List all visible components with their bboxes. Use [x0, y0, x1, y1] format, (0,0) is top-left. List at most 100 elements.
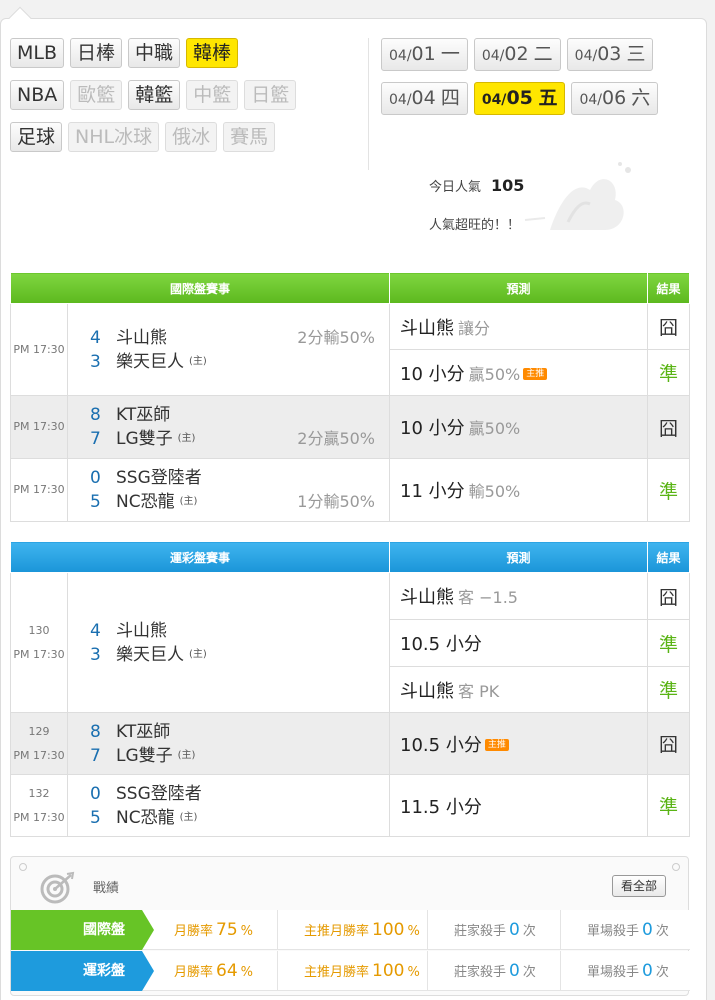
monthly-win-rate: 月勝率 64% [142, 951, 278, 991]
game-time: PM 17:30 [10, 458, 68, 522]
game-teams: 0 SSG登陸者 5 NC恐龍 (主) [66, 774, 391, 837]
away-team[interactable]: SSG登陸者 [116, 466, 202, 490]
tab-mlb[interactable]: MLB [10, 38, 65, 68]
tab-khl[interactable]: 俄冰 [165, 122, 218, 152]
result-hit: 準 [647, 349, 691, 396]
popularity-message: 人氣超旺的！！ [429, 218, 521, 233]
popularity-count: 105 [491, 176, 525, 195]
featured-badge: 主推 [484, 738, 509, 751]
home-score: 5 [90, 492, 101, 512]
table-row: PM 17:30 0 SSG登陸者 5 NC恐龍 (主) 1分輸50% 11 小分 輸5… [10, 458, 691, 522]
date-tab[interactable]: 04/02 二 [473, 38, 561, 71]
prediction: 斗山熊客 −1.5 [389, 572, 649, 620]
tab-cpbl[interactable]: 中職 [128, 38, 181, 68]
away-team[interactable]: SSG登陸者 [116, 782, 202, 806]
divider [368, 38, 369, 170]
tab-soccer[interactable]: 足球 [10, 122, 63, 152]
result-miss: 囧 [647, 572, 691, 620]
home-team[interactable]: LG雙子 [116, 744, 173, 768]
home-mark: (主) [179, 811, 198, 823]
result-hit: 準 [647, 774, 691, 837]
record-label: 國際盤 [11, 910, 154, 950]
game-number-time: 130 PM 17:30 [10, 572, 68, 713]
record-label: 運彩盤 [11, 951, 154, 991]
away-team[interactable]: 斗山熊 [116, 619, 167, 643]
away-score: 4 [90, 327, 101, 348]
home-score: 3 [90, 351, 101, 372]
table-row: 129 PM 17:30 8 KT巫師 7 LG雙子 (主) 10.5 小分 主推 囧 [10, 712, 691, 775]
lottery-header-games: 運彩盤賽事 [9, 541, 391, 573]
game-number-time: 132 PM 17:30 [10, 774, 68, 837]
home-score: 7 [90, 429, 101, 449]
date-tab[interactable]: 04/01 一 [381, 38, 468, 71]
intl-header-games: 國際盤賽事 [9, 272, 391, 304]
handicap: 2分輸50% [297, 327, 376, 347]
tab-korea-basketball[interactable]: 韓籃 [128, 80, 181, 110]
game-teams: 8 KT巫師 7 LG雙子 (主) [66, 712, 391, 775]
prediction: 斗山熊客 PK [389, 666, 649, 713]
home-mark: (主) [189, 355, 207, 367]
tab-nba[interactable]: NBA [10, 80, 65, 110]
home-team[interactable]: LG雙子 [116, 427, 173, 451]
away-score: 8 [90, 721, 101, 742]
prediction: 11.5 小分 [389, 774, 649, 837]
home-mark: (主) [177, 749, 196, 761]
record-row-intl: 國際盤 月勝率 75% 主推月勝率 100% 莊家殺手 0 次 單場殺手 0 次 [11, 910, 690, 950]
table-row: 130 PM 17:30 4 斗山熊 3 樂天巨人 (主) 斗山熊客 −1.5 囧 [10, 572, 691, 713]
lottery-header-prediction: 預測 [389, 541, 649, 573]
table-row: PM 17:30 4 斗山熊 3 樂天巨人 (主) 2分輸50% 斗山熊 讓分 囧 [10, 303, 691, 396]
tab-euro-basketball[interactable]: 歐籃 [70, 80, 123, 110]
intl-header-result: 結果 [647, 272, 691, 304]
single-game-killer: 單場殺手 0 次 [561, 910, 690, 950]
prediction: 斗山熊 讓分 [389, 303, 649, 350]
away-score: 4 [90, 620, 101, 641]
prediction: 10.5 小分 [389, 619, 649, 667]
view-all-button[interactable]: 看全部 [611, 875, 666, 897]
banker-killer: 莊家殺手 0 次 [428, 910, 561, 950]
result-hit: 準 [647, 458, 691, 522]
lottery-predictions-table: 運彩盤賽事 預測 結果 130 PM 17:30 4 斗山熊 3 樂天巨人 (主) 斗山… [9, 541, 691, 837]
intl-predictions-table: 國際盤賽事 預測 結果 PM 17:30 4 斗山熊 3 樂天巨人 (主) 2分輸50… [9, 272, 691, 522]
tab-npb[interactable]: 日棒 [70, 38, 123, 68]
game-time: PM 17:30 [10, 395, 68, 459]
away-score: 0 [90, 468, 101, 488]
featured-monthly-win-rate: 主推月勝率 100% [278, 951, 428, 991]
date-tabs: 04/01 一 04/02 二 04/03 三 04/04 四 04/05 五 … [381, 38, 701, 126]
featured-badge: 主推 [523, 367, 548, 380]
game-teams: 4 斗山熊 3 樂天巨人 (主) [66, 572, 391, 713]
away-score: 0 [90, 783, 101, 804]
record-title: 戰績 [93, 881, 120, 896]
date-tab[interactable]: 04/06 六 [571, 82, 659, 115]
intl-header-prediction: 預測 [389, 272, 649, 304]
away-team[interactable]: KT巫師 [116, 720, 170, 744]
home-team[interactable]: 樂天巨人 [116, 643, 184, 667]
date-tab[interactable]: 04/03 三 [566, 38, 654, 71]
home-score: 7 [90, 745, 101, 766]
tab-china-basketball[interactable]: 中籃 [186, 80, 239, 110]
result-hit: 準 [647, 666, 691, 713]
home-team[interactable]: NC恐龍 [116, 806, 175, 830]
tab-horse-racing[interactable]: 賽馬 [223, 122, 276, 152]
target-icon [40, 871, 75, 904]
result-miss: 囧 [647, 303, 691, 350]
tab-kbo[interactable]: 韓棒 [186, 38, 239, 68]
home-score: 5 [90, 807, 101, 828]
tab-japan-basketball[interactable]: 日籃 [244, 80, 297, 110]
prediction: 11 小分 輸50% [389, 458, 649, 522]
game-number-time: 129 PM 17:30 [10, 712, 68, 775]
prediction: 10 小分 贏50% [389, 395, 649, 459]
away-team[interactable]: 斗山熊 [116, 326, 167, 350]
away-team[interactable]: KT巫師 [116, 403, 170, 427]
date-tab[interactable]: 04/04 四 [381, 82, 468, 115]
away-score: 8 [90, 405, 101, 425]
lottery-header-result: 結果 [647, 541, 691, 573]
tab-nhl[interactable]: NHL冰球 [68, 122, 160, 152]
prediction: 10 小分 贏50% 主推 [389, 349, 649, 396]
home-score: 3 [90, 644, 101, 665]
date-tab-selected[interactable]: 04/05 五 [473, 82, 566, 115]
prediction: 10.5 小分 主推 [389, 712, 649, 775]
record-panel: 戰績 看全部 國際盤 月勝率 75% 主推月勝率 100% 莊家殺手 0 次 單場殺手 0… [10, 856, 690, 996]
featured-monthly-win-rate: 主推月勝率 100% [278, 910, 428, 950]
home-team[interactable]: NC恐龍 [116, 490, 175, 514]
home-team[interactable]: 樂天巨人 [116, 350, 184, 374]
